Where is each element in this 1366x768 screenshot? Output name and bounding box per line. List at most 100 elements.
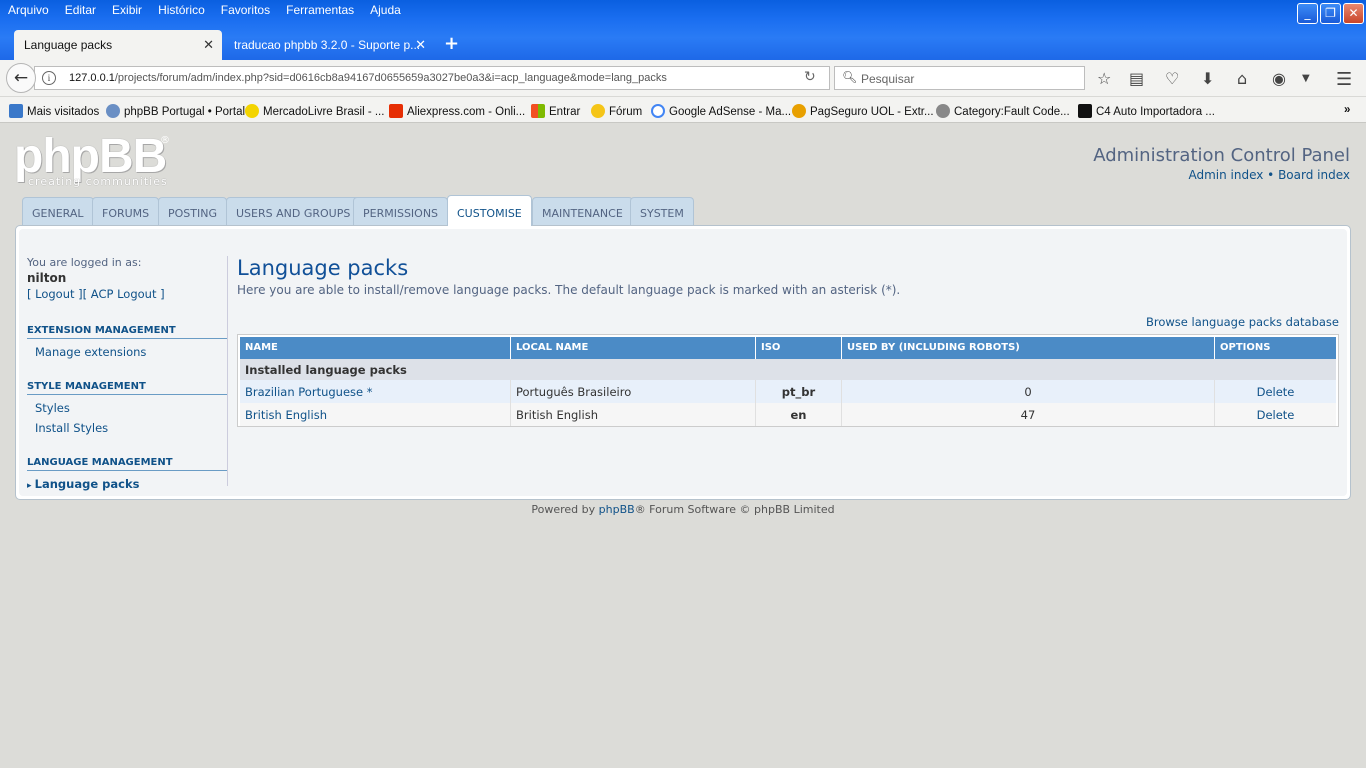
- browser-tab[interactable]: traducao phpbb 3.2.0 - Suporte p... ✕: [224, 30, 434, 60]
- tab-posting[interactable]: Posting: [158, 197, 227, 226]
- menu-arquivo[interactable]: Arquivo: [0, 0, 57, 22]
- tab-users-and-groups[interactable]: Users and Groups: [226, 197, 361, 226]
- bookmark-mercadolivre[interactable]: MercadoLivre Brasil - ...: [245, 104, 384, 118]
- menu-historico[interactable]: Histórico: [150, 0, 213, 22]
- column-local-name: Local name: [511, 337, 756, 359]
- link-separator: •: [1267, 168, 1275, 182]
- search-icon: 🔍︎: [842, 70, 858, 84]
- column-name: Name: [240, 337, 511, 359]
- bookmark-phpbb-portugal[interactable]: phpBB Portugal • Portal: [106, 104, 245, 118]
- download-icon[interactable]: ⬇: [1201, 69, 1214, 88]
- sidebar-item-styles[interactable]: Styles: [27, 395, 227, 415]
- home-icon[interactable]: ⌂: [1237, 69, 1247, 88]
- bookmark-aliexpress[interactable]: Aliexpress.com - Onli...: [389, 104, 525, 118]
- bookmark-entrar[interactable]: Entrar: [531, 104, 580, 118]
- privacy-icon[interactable]: ◉: [1272, 69, 1286, 88]
- sidebar-item-manage-extensions[interactable]: Manage extensions: [27, 339, 227, 359]
- phpbb-logo[interactable]: phpBB ® creating communities: [14, 130, 174, 189]
- sidebar-item-language-packs[interactable]: ▸ Language packs: [27, 471, 227, 491]
- reading-list-icon[interactable]: ▤: [1129, 69, 1144, 88]
- people-icon: [106, 104, 120, 118]
- bookmark-c4-auto[interactable]: C4 Auto Importadora ...: [1078, 104, 1215, 118]
- reload-icon[interactable]: ↻: [804, 69, 816, 85]
- close-icon[interactable]: ✕: [415, 37, 426, 53]
- local-name: British English: [511, 403, 756, 426]
- c4-icon: [1078, 104, 1092, 118]
- navigation-toolbar: 127.0.0.1/projects/forum/adm/index.php?s…: [0, 60, 1366, 97]
- url-path: /projects/forum/adm/index.php?sid=d0616c…: [114, 72, 667, 84]
- url-bar[interactable]: 127.0.0.1/projects/forum/adm/index.php?s…: [34, 66, 830, 90]
- tab-system[interactable]: System: [630, 197, 694, 226]
- sidebar-divider: [227, 256, 228, 486]
- column-options: Options: [1220, 342, 1271, 353]
- delete-link[interactable]: Delete: [1215, 380, 1336, 403]
- restore-button[interactable]: ❐: [1320, 3, 1341, 24]
- language-packs-table: Name Local name ISO Used by (including r…: [237, 334, 1339, 427]
- sidebar: You are logged in as: nilton [ Logout ][…: [27, 256, 227, 491]
- table-group-header: Installed language packs: [240, 359, 1336, 380]
- close-icon[interactable]: ✕: [203, 37, 214, 53]
- tab-general[interactable]: General: [22, 197, 94, 226]
- tab-customise[interactable]: Customise: [447, 195, 532, 226]
- minimize-button[interactable]: _: [1297, 3, 1318, 24]
- bookmark-forum[interactable]: Fórum: [591, 104, 642, 118]
- admin-index-link[interactable]: Admin index: [1188, 168, 1263, 182]
- chevron-right-icon: ▸: [27, 481, 35, 491]
- back-button[interactable]: ←: [6, 63, 36, 93]
- browse-language-packs-link[interactable]: Browse language packs database: [237, 315, 1339, 329]
- bookmark-label: PagSeguro UOL - Extr...: [810, 106, 934, 118]
- used-by-count: 0: [842, 380, 1215, 403]
- cart-icon: [389, 104, 403, 118]
- logout-links[interactable]: [ Logout ][ ACP Logout ]: [27, 287, 227, 301]
- main-content: Language packs Here you are able to inst…: [237, 256, 1339, 329]
- gear-icon: [9, 104, 23, 118]
- bookmarks-overflow-icon[interactable]: »: [1344, 104, 1350, 116]
- tab-permissions[interactable]: Permissions: [353, 197, 449, 226]
- page-description: Here you are able to install/remove lang…: [237, 283, 901, 297]
- phpbb-footer-link[interactable]: phpBB: [599, 503, 635, 516]
- delete-link[interactable]: Delete: [1215, 403, 1336, 426]
- pagseguro-icon: [792, 104, 806, 118]
- url-host: 127.0.0.1: [69, 72, 115, 84]
- bookmark-label: Fórum: [609, 106, 643, 118]
- sidebar-item-install-styles[interactable]: Install Styles: [27, 415, 227, 435]
- menu-ajuda[interactable]: Ajuda: [362, 0, 409, 22]
- tab-maintenance[interactable]: Maintenance: [532, 197, 633, 226]
- board-index-link[interactable]: Board index: [1278, 168, 1350, 182]
- sidebar-item-label: Language packs: [34, 477, 140, 491]
- bookmark-star-icon[interactable]: ☆: [1097, 69, 1111, 88]
- new-tab-icon[interactable]: +: [444, 33, 459, 54]
- pocket-icon[interactable]: ♡: [1165, 69, 1179, 88]
- hamburger-menu-icon[interactable]: ☰: [1336, 69, 1352, 90]
- menu-exibir[interactable]: Exibir: [104, 0, 150, 22]
- bookmark-label: phpBB Portugal • Portal: [124, 106, 246, 118]
- local-name: Português Brasileiro: [511, 380, 756, 403]
- close-window-button[interactable]: ✕: [1343, 3, 1364, 24]
- tab-forums[interactable]: Forums: [92, 197, 160, 226]
- bookmark-fault-code[interactable]: Category:Fault Code...: [936, 104, 1070, 118]
- windows-icon: [531, 104, 545, 118]
- menu-editar[interactable]: Editar: [57, 0, 104, 22]
- chevron-down-icon[interactable]: ▼: [1302, 73, 1310, 84]
- registered-mark: ®: [160, 135, 170, 146]
- language-name-link[interactable]: British English: [240, 403, 511, 426]
- bookmark-pagseguro[interactable]: PagSeguro UOL - Extr...: [792, 104, 934, 118]
- bookmark-mais-visitados[interactable]: Mais visitados: [9, 104, 99, 118]
- language-name-link[interactable]: Brazilian Portuguese *: [240, 380, 511, 403]
- menu-ferramentas[interactable]: Ferramentas: [278, 0, 362, 22]
- info-icon[interactable]: i: [42, 71, 56, 85]
- bookmark-google-adsense[interactable]: Google AdSense - Ma...: [651, 104, 791, 118]
- search-placeholder: Pesquisar: [861, 72, 915, 86]
- menu-favoritos[interactable]: Favoritos: [213, 0, 278, 22]
- bookmark-label: Mais visitados: [27, 106, 100, 118]
- iso-code: en: [756, 403, 842, 426]
- search-input[interactable]: Pesquisar: [834, 66, 1085, 90]
- table-row: Brazilian Portuguese * Português Brasile…: [240, 380, 1336, 403]
- menu-bar: Arquivo Editar Exibir Histórico Favorito…: [0, 0, 409, 22]
- section-extension-management: Extension management: [27, 325, 227, 339]
- footer-suffix: ® Forum Software © phpBB Limited: [634, 503, 835, 516]
- google-icon: [651, 104, 665, 118]
- logo-tagline: creating communities: [28, 175, 168, 188]
- bookmark-label: Aliexpress.com - Onli...: [407, 106, 526, 118]
- browser-tab-active[interactable]: Language packs ✕: [14, 30, 222, 60]
